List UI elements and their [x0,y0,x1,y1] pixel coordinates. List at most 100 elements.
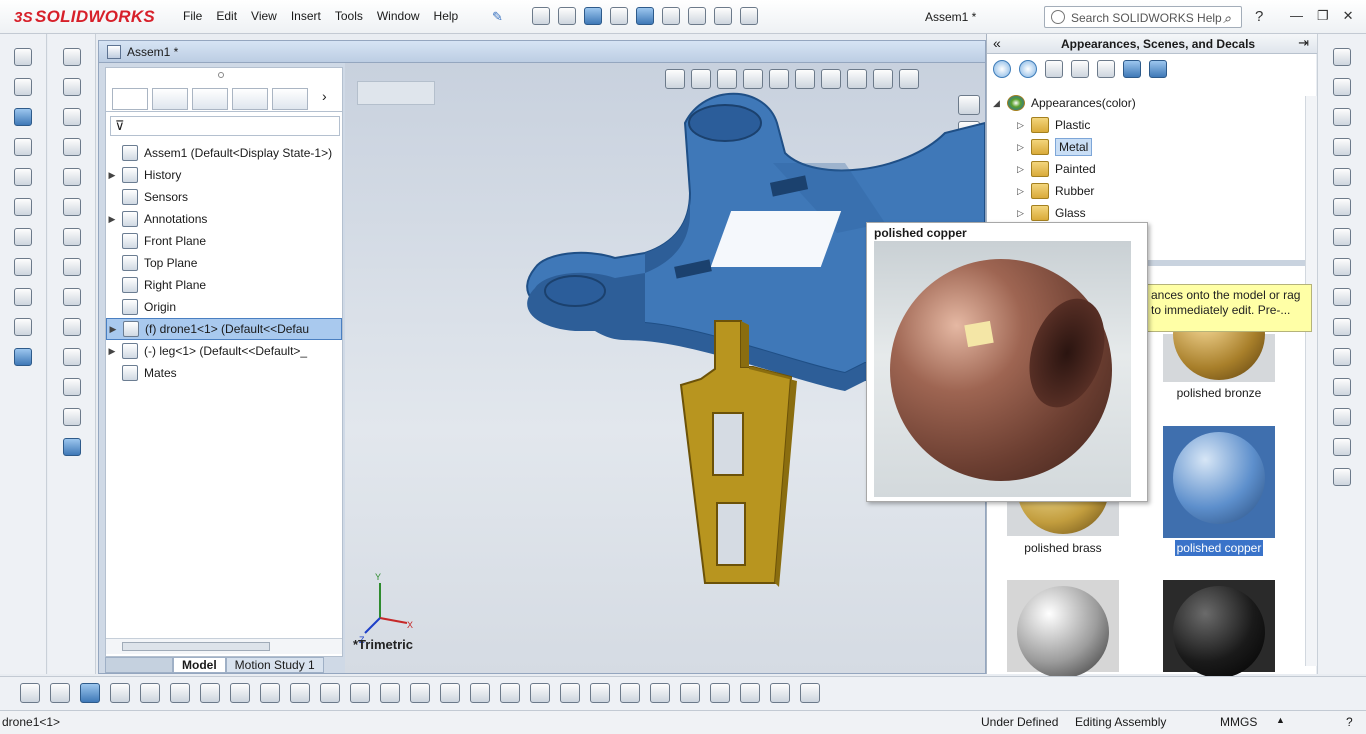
reference-geometry-icon[interactable] [14,258,32,276]
text-tool-icon[interactable] [1333,408,1351,426]
minimize-icon[interactable]: — [1290,8,1303,24]
pane-splitter[interactable] [1147,260,1317,266]
menu-edit[interactable]: Edit [209,9,244,23]
collapse-chevrons-icon[interactable]: « [993,35,1001,51]
plane-tool-icon[interactable] [1333,438,1351,456]
rectangle-tool-icon[interactable] [1333,138,1351,156]
tree-item-plastic[interactable]: ▷ Plastic [987,114,1307,136]
open-icon[interactable] [558,7,576,25]
sketch-icon[interactable] [62,48,81,66]
arc-icon[interactable] [62,198,81,216]
filter-geometric-tolerance-icon[interactable] [560,683,580,703]
rectangle-icon[interactable] [62,108,81,126]
filter-connection-points-icon[interactable] [770,683,790,703]
offset-icon[interactable] [62,318,81,336]
options-gear-icon[interactable] [740,7,758,25]
filter-toggle-icon[interactable] [50,683,70,703]
chevron-right-icon[interactable]: › [322,88,327,111]
filter-sketch-segments-icon[interactable] [410,683,430,703]
tree-item-front-plane[interactable]: Front Plane [106,230,342,252]
forward-icon[interactable] [1019,60,1037,78]
status-units[interactable]: MMGS [1220,715,1257,729]
help-icon[interactable]: ? [1255,8,1263,25]
arc-tool-icon[interactable] [1333,228,1351,246]
appearances-library-icon[interactable] [1045,60,1063,78]
pin-icon[interactable]: ✎ [492,9,503,25]
collapse-arrow-icon[interactable]: ◢ [993,98,1007,109]
filter-axes-icon[interactable] [320,683,340,703]
spline-tool-icon[interactable] [1333,258,1351,276]
ellipse-tool-icon[interactable] [1333,288,1351,306]
scrollbar-thumb[interactable] [122,642,270,651]
tree-item-mates[interactable]: Mates [106,362,342,384]
polygon-icon[interactable] [62,228,81,246]
up-one-level-icon[interactable] [1149,60,1167,78]
pin-pane-icon[interactable]: ⇥ [1298,35,1309,51]
solidworks-logo[interactable]: 3S SOLIDWORKS [14,7,155,27]
filter-surface-bodies-icon[interactable] [260,683,280,703]
tab-dimxpert[interactable] [232,88,268,110]
show-more-icon[interactable] [1333,468,1351,486]
new-document-icon[interactable] [532,7,550,25]
line-tool-icon[interactable] [1333,108,1351,126]
filter-midpoints-icon[interactable] [440,683,460,703]
filter-routing-points-icon[interactable] [800,683,820,703]
tree-item-sensors[interactable]: Sensors [106,186,342,208]
filter-surface-finish-icon[interactable] [530,683,550,703]
expand-arrow-icon[interactable]: ▶ [106,346,118,357]
back-icon[interactable] [993,60,1011,78]
expand-arrow-icon[interactable]: ▶ [107,324,119,335]
menu-help[interactable]: Help [427,9,466,23]
tree-item-annotations[interactable]: ▶ Annotations [106,208,342,230]
assembly-features-icon[interactable] [14,228,32,246]
sketch-tools-icon[interactable] [1333,48,1351,66]
spline-icon[interactable] [62,258,81,276]
filter-faces-icon[interactable] [230,683,250,703]
polygon-tool-icon[interactable] [1333,348,1351,366]
pattern-icon[interactable] [62,378,81,396]
tree-item-painted[interactable]: ▷ Painted [987,158,1307,180]
slot-icon[interactable] [62,168,81,186]
file-properties-icon[interactable] [714,7,732,25]
filter-planes-icon[interactable] [350,683,370,703]
tab-display-manager[interactable] [272,88,308,110]
filter-center-marks-icon[interactable] [470,683,490,703]
swatch-polished-bronze[interactable] [1163,288,1275,382]
add-to-library-icon[interactable] [1071,60,1089,78]
exploded-view-icon[interactable] [14,348,32,366]
tree-item-leg[interactable]: ▶ (-) leg<1> (Default<<Default>_ [106,340,342,362]
tree-item-appearances-color[interactable]: ◢ Appearances(color) [987,92,1307,114]
search-icon[interactable]: ⌕ [1223,10,1231,27]
fillet-tool-icon[interactable] [1333,318,1351,336]
tree-item-assembly[interactable]: Assem1 (Default<Display State-1>) [106,142,342,164]
tree-item-top-plane[interactable]: Top Plane [106,252,342,274]
swatch-polished-copper[interactable] [1163,426,1275,538]
expand-arrow-icon[interactable]: ▷ [1017,164,1031,175]
add-folder-icon[interactable] [1097,60,1115,78]
search-help-field[interactable]: Search SOLIDWORKS Help ⌕ [1044,6,1242,28]
units-dropdown-icon[interactable]: ▲ [1276,715,1285,725]
filter-center-of-mass-icon[interactable] [740,683,760,703]
expand-arrow-icon[interactable]: ▶ [106,170,118,181]
tree-item-drone1[interactable]: ▶ (f) drone1<1> (Default<<Defau [106,318,342,340]
filter-off-icon[interactable] [20,683,40,703]
tab-feature-tree[interactable] [112,88,148,110]
circle-tool-icon[interactable] [1333,198,1351,216]
filter-cosmetic-threads-icon[interactable] [680,683,700,703]
tab-property-manager[interactable] [152,88,188,110]
tab-nav-arrows[interactable] [105,657,173,673]
expand-arrow-icon[interactable]: ▷ [1017,120,1031,131]
filter-vertices-icon[interactable] [170,683,190,703]
point-tool-icon[interactable] [1333,378,1351,396]
tab-configuration-manager[interactable] [192,88,228,110]
bill-of-materials-icon[interactable] [14,318,32,336]
tree-item-history[interactable]: ▶ History [106,164,342,186]
selection-filter-icon[interactable] [80,683,100,703]
expand-arrow-icon[interactable]: ▶ [106,214,118,225]
filter-notes-icon[interactable] [590,683,610,703]
move-component-icon[interactable] [14,168,32,186]
close-icon[interactable]: ✕ [1343,8,1354,24]
tree-item-rubber[interactable]: ▷ Rubber [987,180,1307,202]
swatch-black[interactable] [1163,580,1275,678]
tab-motion-study[interactable]: Motion Study 1 [225,657,324,673]
